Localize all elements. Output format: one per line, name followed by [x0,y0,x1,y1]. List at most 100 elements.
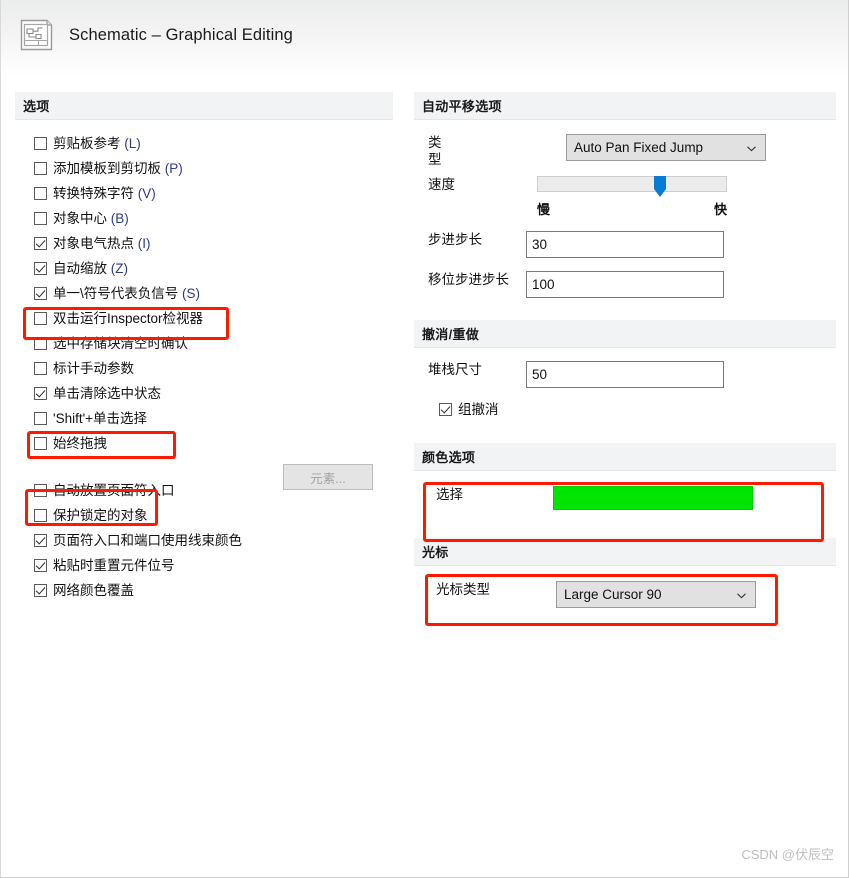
checkbox-mark-manual-parameters[interactable] [34,362,47,375]
checkbox-object-electrical-hotspot[interactable] [34,237,47,250]
checkbox-label-add-template-to-clipboard: 添加模板到剪切板 (P) [53,160,183,176]
checkbox-row-convert-special-strings[interactable]: 转换特殊字符 (V) [15,181,393,206]
checkbox-row-shift-click-to-select[interactable]: 'Shift'+单击选择 [15,406,393,431]
label-step-size: 步进步长 [428,232,482,247]
checkbox-auto-place-sheet-entries[interactable] [34,484,47,497]
slider-thumb[interactable] [653,176,667,198]
autopan-speed-control: 慢 快 [537,176,727,218]
checkbox-row-auto-zoom[interactable]: 自动缩放 (Z) [15,256,393,281]
slider-label-fast: 快 [713,202,727,217]
input-shift-step-size[interactable]: 100 [526,271,724,298]
group-header-options-label: 选项 [23,99,50,114]
checkbox-row-double-click-inspector[interactable]: 双击运行Inspector检视器 [15,306,393,331]
checkbox-always-drag[interactable] [34,437,47,450]
right-panel: 自动平移选项 类型 Auto Pan Fixed Jump 速度 慢 快 步进步… [414,92,836,608]
checkbox-single-backslash-negation[interactable] [34,287,47,300]
group-header-options: 选项 [15,92,393,120]
title-bar: Schematic – Graphical Editing [1,0,848,78]
label-shift-step-size: 移位步进步长 [428,272,509,287]
label-autopan-type: 类型 [428,135,442,167]
options-checkbox-list-secondary: 自动放置页面符入口 保护锁定的对象 页面符入口和端口使用线束颜色 粘贴时重置元件… [15,478,393,603]
group-header-autopan-label: 自动平移选项 [422,99,502,114]
checkbox-row-object-center[interactable]: 对象中心 (B) [15,206,393,231]
dialog-schematic-graphical-editing: Schematic – Graphical Editing 选项 剪贴板参考 (… [0,0,849,878]
checkbox-label-click-clears-selection: 单击清除选中状态 [53,385,161,401]
group-header-autopan: 自动平移选项 [414,92,836,120]
checkbox-label-confirm-memory-clear: 选中存储块清空时确认 [53,335,188,351]
checkbox-row-mark-manual-parameters[interactable]: 标计手动参数 [15,356,393,381]
checkbox-label-group-undo: 组撤消 [458,401,499,417]
checkbox-label-object-electrical-hotspot: 对象电气热点 (I) [53,235,151,251]
checkbox-click-clears-selection[interactable] [34,387,47,400]
checkbox-row-add-template-to-clipboard[interactable]: 添加模板到剪切板 (P) [15,156,393,181]
dropdown-autopan-type[interactable]: Auto Pan Fixed Jump [566,134,766,161]
checkbox-sheet-entry-harness-color[interactable] [34,534,47,547]
group-header-undo-redo-label: 撤消/重做 [422,327,480,342]
group-header-color-options-label: 颜色选项 [422,450,476,465]
field-row-autopan-type: 类型 Auto Pan Fixed Jump [414,134,836,168]
options-checkbox-list-primary: 剪贴板参考 (L) 添加模板到剪切板 (P) 转换特殊字符 (V) 对象中心 (… [15,131,393,456]
checkbox-label-net-color-override: 网络颜色覆盖 [53,582,134,598]
input-step-size[interactable]: 30 [526,231,724,258]
color-swatch-selection[interactable] [553,486,753,510]
dropdown-cursor-type[interactable]: Large Cursor 90 [556,581,756,608]
dropdown-cursor-type-value: Large Cursor 90 [564,587,662,602]
checkbox-row-protect-locked-objects[interactable]: 保护锁定的对象 [15,503,393,528]
checkbox-double-click-inspector[interactable] [34,312,47,325]
input-stack-size-value: 50 [532,367,548,382]
elements-button-label: 元素... [310,471,346,486]
field-row-stack-size: 堆栈尺寸 50 [414,361,836,388]
checkbox-group-undo[interactable] [439,403,452,416]
group-header-color-options: 颜色选项 [414,443,836,471]
slider-label-slow: 慢 [537,202,551,217]
checkbox-label-clipboard-reference: 剪贴板参考 (L) [53,135,141,151]
label-cursor-type: 光标类型 [436,582,490,597]
checkbox-row-net-color-override[interactable]: 网络颜色覆盖 [15,578,393,603]
checkbox-label-always-drag: 始终拖拽 [53,435,107,451]
field-row-shift-step-size: 移位步进步长 100 [414,271,836,298]
checkbox-row-group-undo[interactable]: 组撤消 [414,397,836,422]
checkbox-reset-designators-on-paste[interactable] [34,559,47,572]
checkbox-shift-click-to-select[interactable] [34,412,47,425]
group-header-cursor-label: 光标 [422,545,449,560]
checkbox-row-click-clears-selection[interactable]: 单击清除选中状态 [15,381,393,406]
field-row-selection-color: 选择 [414,486,836,510]
checkbox-add-template-to-clipboard[interactable] [34,162,47,175]
checkbox-object-center[interactable] [34,212,47,225]
input-step-size-value: 30 [532,237,548,252]
checkbox-label-convert-special-strings: 转换特殊字符 (V) [53,185,156,201]
group-header-cursor: 光标 [414,538,836,566]
checkbox-row-clipboard-reference[interactable]: 剪贴板参考 (L) [15,131,393,156]
label-selection-color: 选择 [436,487,463,502]
dropdown-autopan-type-value: Auto Pan Fixed Jump [574,140,704,155]
left-panel: 选项 剪贴板参考 (L) 添加模板到剪切板 (P) 转换特殊字符 (V) 对象中… [15,92,393,603]
checkbox-label-auto-zoom: 自动缩放 (Z) [53,260,129,276]
dialog-title: Schematic – Graphical Editing [69,25,293,44]
chevron-down-icon [746,142,757,153]
field-row-cursor-type: 光标类型 Large Cursor 90 [414,581,836,608]
checkbox-row-sheet-entry-harness-color[interactable]: 页面符入口和端口使用线束颜色 [15,528,393,553]
checkbox-clipboard-reference[interactable] [34,137,47,150]
checkbox-convert-special-strings[interactable] [34,187,47,200]
schematic-document-icon [17,17,55,53]
input-stack-size[interactable]: 50 [526,361,724,388]
checkbox-row-object-electrical-hotspot[interactable]: 对象电气热点 (I) [15,231,393,256]
checkbox-confirm-memory-clear[interactable] [34,337,47,350]
checkbox-protect-locked-objects[interactable] [34,509,47,522]
checkbox-label-single-backslash-negation: 单一\符号代表负信号 (S) [53,285,201,301]
checkbox-label-object-center: 对象中心 (B) [53,210,129,226]
slider-end-labels: 慢 快 [537,199,727,218]
checkbox-label-protect-locked-objects: 保护锁定的对象 [53,507,148,523]
slider-autopan-speed[interactable] [537,176,727,197]
checkbox-auto-zoom[interactable] [34,262,47,275]
checkbox-row-confirm-memory-clear[interactable]: 选中存储块清空时确认 [15,331,393,356]
checkbox-label-mark-manual-parameters: 标计手动参数 [53,360,134,376]
checkbox-row-always-drag[interactable]: 始终拖拽 [15,431,393,456]
elements-button[interactable]: 元素... [283,464,373,490]
chevron-down-icon [736,589,747,600]
checkbox-label-sheet-entry-harness-color: 页面符入口和端口使用线束颜色 [53,532,242,548]
checkbox-net-color-override[interactable] [34,584,47,597]
watermark: CSDN @伏辰空 [741,847,834,862]
checkbox-row-reset-designators-on-paste[interactable]: 粘贴时重置元件位号 [15,553,393,578]
checkbox-row-single-backslash-negation[interactable]: 单一\符号代表负信号 (S) [15,281,393,306]
